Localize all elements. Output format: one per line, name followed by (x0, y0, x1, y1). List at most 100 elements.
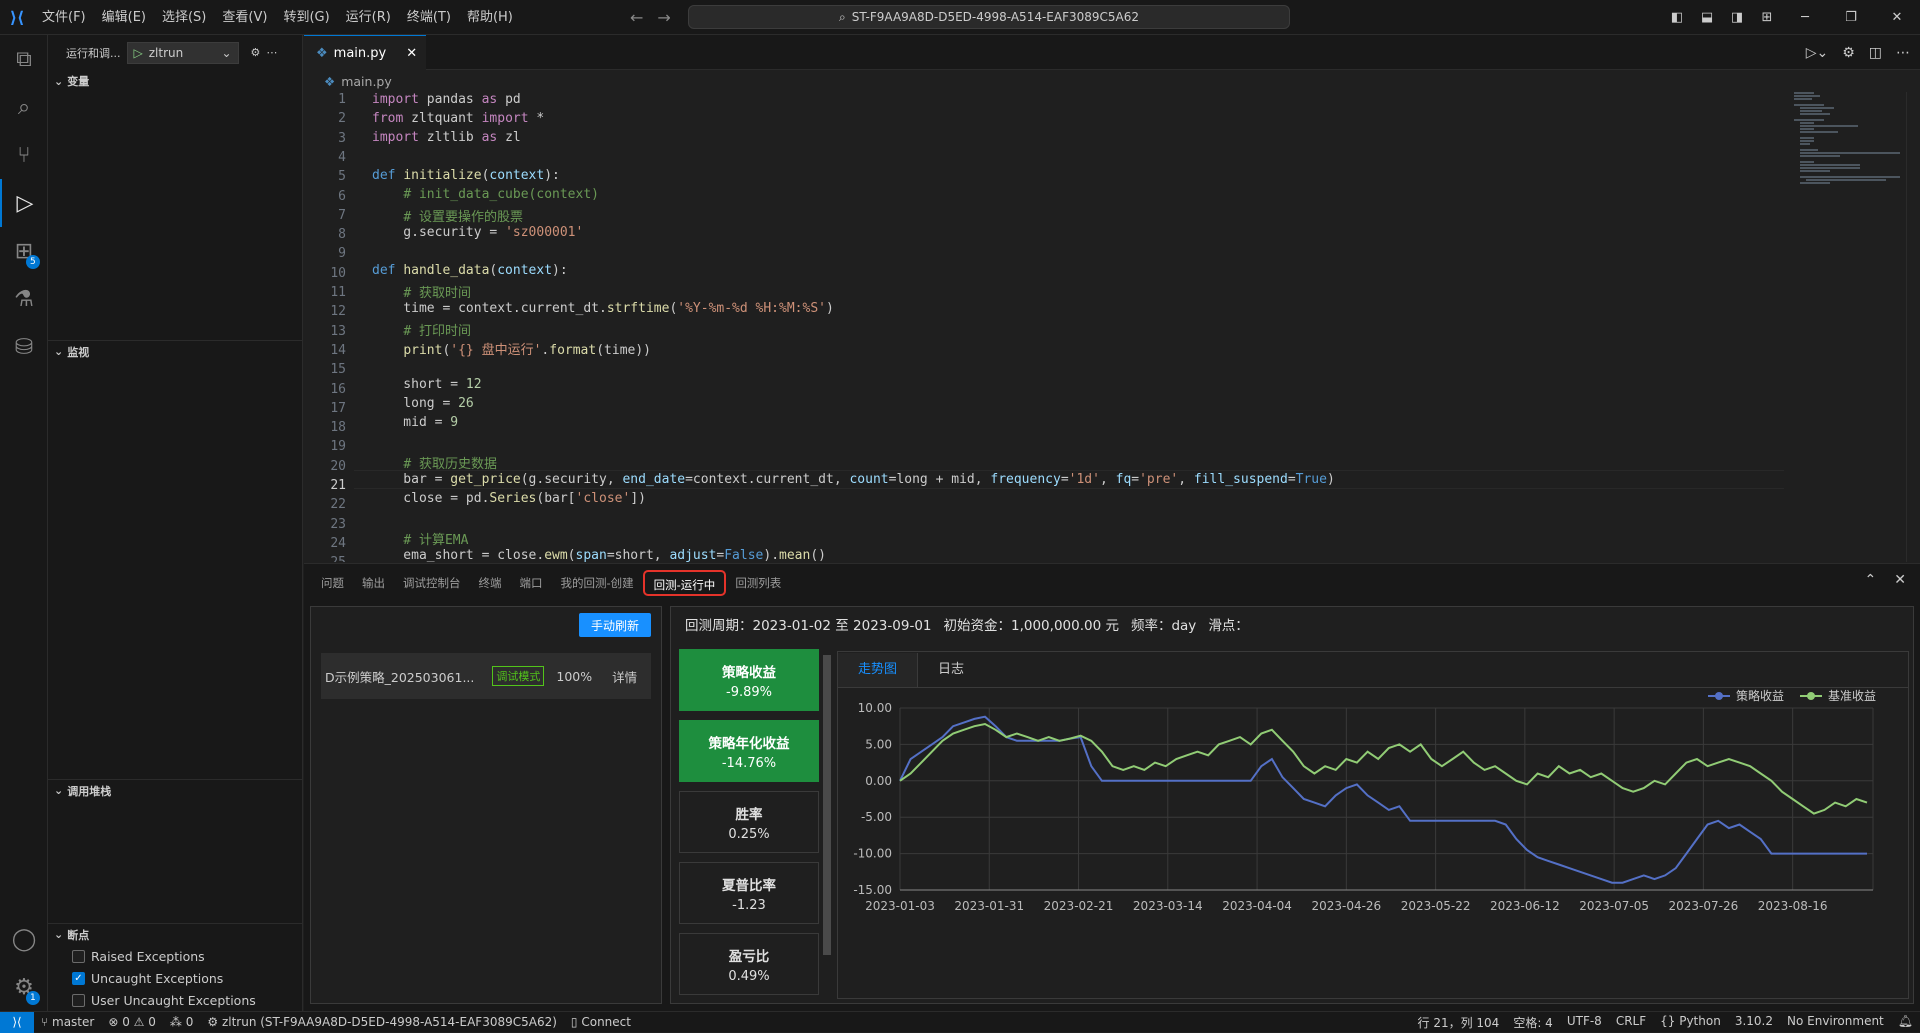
breakpoints-section[interactable]: ⌄ 断点 (48, 923, 302, 945)
tab-backtest-running[interactable]: 回测-运行中 (642, 570, 727, 596)
run-debug-icon[interactable]: ▷ (0, 179, 48, 227)
scroll-thumb[interactable] (823, 655, 831, 955)
more-actions-icon[interactable]: ⋯ (266, 46, 277, 59)
watch-section[interactable]: ⌄ 监视 (48, 340, 302, 362)
command-center-search[interactable]: ⌕ ST-F9AA9A8D-D5ED-4998-A514-EAF3089C5A6… (688, 5, 1290, 29)
account-icon[interactable]: ◯ (0, 915, 48, 963)
branch-name: master (52, 1015, 95, 1029)
back-arrow-icon[interactable]: ← (630, 8, 643, 27)
toggle-secondary-sidebar-icon[interactable]: ◨ (1722, 10, 1752, 25)
menu-go[interactable]: 转到(G) (275, 0, 337, 35)
tab-backtest-list[interactable]: 回测列表 (726, 570, 790, 596)
stat-label: 策略年化收益 (708, 735, 790, 752)
line-number: 13 (330, 323, 346, 339)
close-tab-icon[interactable]: ✕ (406, 46, 417, 61)
checkbox-checked[interactable]: ✓ (72, 971, 85, 985)
x-tick-label: 2023-02-21 (1044, 899, 1114, 913)
tab-trend-chart[interactable]: 走势图 (838, 653, 919, 687)
notifications-bell-icon[interactable]: 🔔︎ (1891, 1014, 1920, 1031)
menu-terminal[interactable]: 终端(T) (399, 0, 459, 35)
restore-icon[interactable]: ❐ (1828, 10, 1874, 25)
minimize-icon[interactable]: ─ (1782, 10, 1828, 25)
customize-layout-icon[interactable]: ⊞ (1752, 10, 1782, 25)
cursor-position[interactable]: 行 21，列 104 (1411, 1014, 1507, 1031)
source-control-icon[interactable]: ⑂ (0, 131, 48, 179)
language-mode[interactable]: {} Python (1653, 1014, 1728, 1031)
run-python-file-icon[interactable]: ▷⌄ (1806, 45, 1829, 61)
run-indicator[interactable]: ⚙ zltrun (ST-F9AA9A8D-D5ED-4998-A514-EAF… (200, 1015, 564, 1029)
gear-icon[interactable]: ⚙ (251, 46, 261, 59)
checkbox[interactable] (72, 949, 85, 963)
breadcrumb-file[interactable]: main.py (341, 74, 392, 89)
remote-icon[interactable]: ⟩⟨ (0, 1011, 34, 1033)
search-icon[interactable]: ⌕ (0, 83, 48, 131)
tab-log[interactable]: 日志 (918, 653, 984, 687)
y-tick-label: -15.00 (853, 883, 892, 897)
python-version[interactable]: 3.10.2 (1728, 1014, 1780, 1031)
menu-edit[interactable]: 编辑(E) (94, 0, 154, 35)
run-config-select[interactable]: ▷ zltrun ⌄ (126, 41, 239, 64)
toggle-sidebar-icon[interactable]: ◧ (1662, 10, 1692, 25)
tab-main-py[interactable]: ❖ main.py ✕ (304, 35, 426, 70)
code-line: # 计算EMA (403, 533, 469, 548)
more-actions-icon[interactable]: ⋯ (1896, 45, 1910, 61)
testing-flask-icon[interactable]: ⚗ (0, 275, 48, 323)
ports-indicator[interactable]: ⁂ 0 (163, 1015, 200, 1029)
settings-gear-icon[interactable]: ⚙ 1 (0, 963, 48, 1011)
menu-selection[interactable]: 选择(S) (154, 0, 214, 35)
breakpoints-label: 断点 (67, 928, 90, 942)
indentation[interactable]: 空格: 4 (1506, 1014, 1560, 1031)
tab-ports[interactable]: 端口 (511, 570, 552, 596)
checkbox[interactable] (72, 993, 85, 1007)
close-panel-icon[interactable]: ✕ (1894, 572, 1906, 588)
editor-scrollbar[interactable] (1906, 92, 1920, 562)
menu-file[interactable]: 文件(F) (34, 0, 94, 35)
legend-marker (1807, 692, 1815, 700)
line-number: 22 (330, 497, 346, 513)
menu-help[interactable]: 帮助(H) (459, 0, 521, 35)
menu-view[interactable]: 查看(V) (214, 0, 275, 35)
extensions-icon[interactable]: ⊞ 5 (0, 227, 48, 275)
split-editor-icon[interactable]: ◫ (1869, 45, 1882, 61)
connect-indicator[interactable]: ▯ Connect (564, 1015, 638, 1029)
tab-output[interactable]: 输出 (353, 570, 394, 596)
menu-run[interactable]: 运行(R) (338, 0, 399, 35)
variables-label: 变量 (67, 75, 90, 88)
stats-scrollbar[interactable] (821, 649, 833, 999)
debug-icon[interactable]: ⚙ (1842, 45, 1855, 61)
code-editor[interactable]: 1234567891011121314151617181920212223242… (304, 92, 1784, 562)
detail-link[interactable]: 详情 (612, 667, 637, 686)
line-ending[interactable]: CRLF (1609, 1014, 1653, 1031)
strategy-row[interactable]: D示例策略_202503061... 调试模式 100% 详情 (321, 653, 651, 699)
tab-debug-console[interactable]: 调试控制台 (394, 570, 470, 596)
problems-indicator[interactable]: ⊗ 0 ⚠ 0 (101, 1015, 163, 1029)
breakpoint-raised[interactable]: Raised Exceptions (72, 945, 205, 967)
tab-terminal[interactable]: 终端 (470, 570, 511, 596)
minimap[interactable] (1790, 92, 1905, 192)
variables-section[interactable]: ⌄ 变量 (48, 70, 302, 92)
tab-my-backtest-create[interactable]: 我的回测-创建 (552, 570, 643, 596)
forward-arrow-icon[interactable]: → (657, 8, 670, 27)
tab-problems[interactable]: 问题 (312, 570, 353, 596)
environment[interactable]: No Environment (1780, 1014, 1891, 1031)
breakpoint-user-uncaught[interactable]: User Uncaught Exceptions (72, 989, 256, 1011)
close-window-icon[interactable]: ✕ (1874, 10, 1920, 25)
start-debug-icon[interactable]: ▷ (134, 46, 143, 60)
toggle-panel-icon[interactable]: ⬓ (1692, 10, 1722, 25)
manual-refresh-button[interactable]: 手动刷新 (579, 613, 651, 637)
python-file-icon: ❖ (316, 45, 328, 61)
stat-value: -9.89% (726, 684, 772, 700)
encoding[interactable]: UTF-8 (1560, 1014, 1609, 1031)
editor-tabs: ❖ main.py ✕ ▷⌄ ⚙ ◫ ⋯ (304, 35, 1920, 70)
callstack-section[interactable]: ⌄ 调用堆栈 (48, 779, 302, 801)
code-line: # 获取时间 (403, 286, 471, 301)
database-icon[interactable]: ⛁ (0, 323, 48, 371)
breakpoint-uncaught[interactable]: ✓ Uncaught Exceptions (72, 967, 223, 989)
code-line: def handle_data(context): (372, 263, 568, 278)
branch-indicator[interactable]: ⑂ master (34, 1015, 101, 1029)
breadcrumb[interactable]: ❖ main.py (304, 70, 392, 92)
connect-label: Connect (581, 1015, 631, 1029)
line-number: 1 (338, 92, 346, 107)
explorer-icon[interactable]: ⧉ (0, 35, 48, 83)
maximize-panel-icon[interactable]: ⌃ (1865, 572, 1877, 588)
